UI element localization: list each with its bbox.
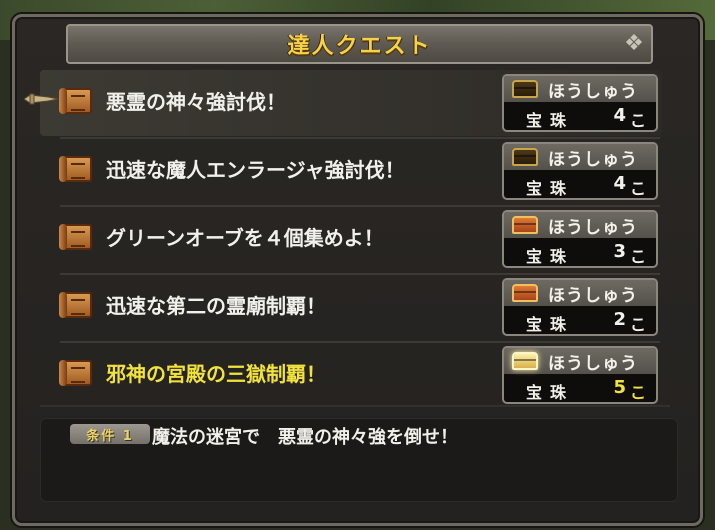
red-chest-icon — [512, 284, 538, 302]
reward-count: 4 — [613, 173, 626, 194]
quest-row-5[interactable]: 邪神の宮殿の三獄制覇！ ほうしゅう 宝珠 5 こ — [40, 342, 662, 408]
reward-count: 3 — [613, 241, 626, 262]
reward-count: 4 — [613, 105, 626, 126]
reward-box: ほうしゅう 宝珠 3 こ — [502, 210, 658, 268]
condition-text: 魔法の迷宮で 悪霊の神々強を倒せ！ — [152, 427, 458, 448]
scroll-icon — [59, 88, 92, 114]
quest-name: 迅速な魔人エンラージャ強討伐！ — [106, 158, 405, 182]
reward-label: ほうしゅう — [548, 81, 638, 102]
red-chest-icon — [512, 216, 538, 234]
reward-item: 宝珠 — [526, 179, 575, 198]
reward-count: 5 — [613, 377, 626, 398]
window-title: 達人クエスト — [287, 34, 432, 59]
reward-box: ほうしゅう 宝珠 2 こ — [502, 278, 658, 336]
quest-row-4[interactable]: 迅速な第二の霊廟制覇！ ほうしゅう 宝珠 2 こ — [40, 274, 662, 340]
scroll-icon — [59, 156, 92, 182]
quest-name: 迅速な第二の霊廟制覇！ — [106, 294, 326, 318]
quest-name: 邪神の宮殿の三獄制覇！ — [106, 362, 326, 386]
title-ornament-right-icon: ❖ — [624, 31, 644, 56]
reward-label: ほうしゅう — [548, 149, 638, 170]
reward-label: ほうしゅう — [548, 285, 638, 306]
reward-label: ほうしゅう — [548, 217, 638, 238]
dark-chest-icon — [512, 148, 538, 166]
reward-unit: こ — [630, 315, 647, 334]
title-bar: 達人クエスト — [66, 24, 653, 64]
reward-item: 宝珠 — [526, 315, 575, 334]
scroll-icon — [59, 224, 92, 250]
reward-unit: こ — [630, 179, 647, 198]
condition-divider — [40, 405, 670, 407]
reward-item: 宝珠 — [526, 383, 575, 402]
gold-chest-icon — [512, 352, 538, 370]
reward-count: 2 — [613, 309, 626, 330]
reward-unit: こ — [630, 247, 647, 266]
condition-badge: 条件 1 — [70, 424, 150, 444]
reward-box: ほうしゅう 宝珠 5 こ — [502, 346, 658, 404]
reward-unit: こ — [630, 111, 647, 130]
reward-box: ほうしゅう 宝珠 4 こ — [502, 74, 658, 132]
reward-box: ほうしゅう 宝珠 4 こ — [502, 142, 658, 200]
quest-row-3[interactable]: グリーンオーブを４個集めよ！ ほうしゅう 宝珠 3 こ — [40, 206, 662, 272]
condition-badge-label: 条件 1 — [86, 428, 134, 444]
condition-panel: 条件 1 魔法の迷宮で 悪霊の神々強を倒せ！ — [40, 418, 678, 502]
reward-item: 宝珠 — [526, 111, 575, 130]
scroll-icon — [59, 360, 92, 386]
reward-label: ほうしゅう — [548, 353, 638, 374]
selection-cursor-icon — [24, 93, 58, 105]
quest-row-1[interactable]: 悪霊の神々強討伐！ ほうしゅう 宝珠 4 こ — [40, 70, 662, 136]
quest-name: 悪霊の神々強討伐！ — [106, 90, 286, 114]
scroll-icon — [59, 292, 92, 318]
reward-item: 宝珠 — [526, 247, 575, 266]
quest-row-2[interactable]: 迅速な魔人エンラージャ強討伐！ ほうしゅう 宝珠 4 こ — [40, 138, 662, 204]
quest-name: グリーンオーブを４個集めよ！ — [106, 226, 384, 250]
reward-unit: こ — [630, 383, 647, 402]
dark-chest-icon — [512, 80, 538, 98]
